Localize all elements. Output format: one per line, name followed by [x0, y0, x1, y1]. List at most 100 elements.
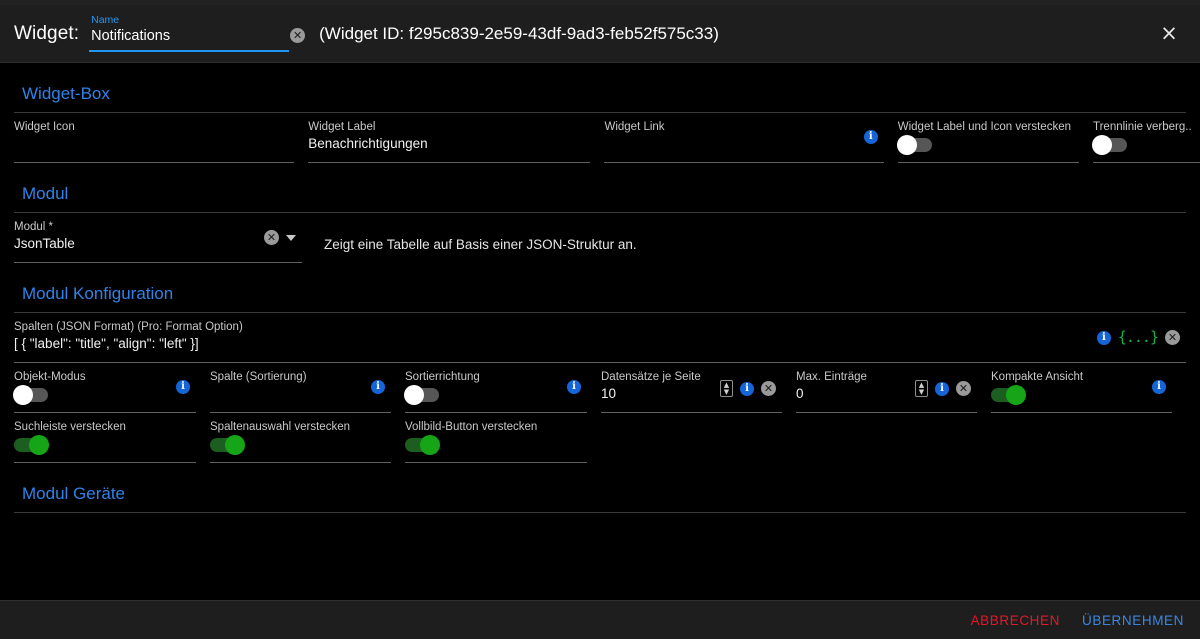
field-spalte-sortierung-label: Spalte (Sortierung): [210, 371, 307, 383]
field-vollbild-button-verstecken-label: Vollbild-Button verstecken: [405, 421, 538, 433]
clear-name-icon[interactable]: ✕: [290, 27, 306, 43]
field-kompakte-ansicht-label: Kompakte Ansicht: [991, 371, 1084, 383]
toggle-knob: [1006, 385, 1026, 405]
field-hide-label-icon[interactable]: Widget Label und Icon verstecken: [896, 113, 1079, 163]
field-modul[interactable]: Modul * JsonTable ✕: [14, 213, 302, 263]
name-field-label: Name: [91, 13, 120, 26]
dialog-body: Widget-Box Widget Icon Widget Label Bena…: [0, 63, 1200, 600]
widget-edit-dialog: Widget: Name Notifications ✕ (Widget ID:…: [0, 5, 1200, 639]
toggle-spaltenauswahl-verstecken[interactable]: [210, 435, 245, 455]
field-modul-value[interactable]: JsonTable: [14, 235, 294, 253]
info-icon[interactable]: i: [1096, 330, 1111, 345]
field-spaltenauswahl-verstecken-label: Spaltenauswahl verstecken: [210, 421, 350, 433]
config-row-2: Objekt-Modus i Spalte (Sortierung) i Sor…: [0, 363, 1200, 413]
field-sortierrichtung-label: Sortierrichtung: [405, 371, 480, 383]
toggle-knob: [225, 435, 245, 455]
toggle-knob: [13, 385, 33, 405]
toggle-objekt-modus[interactable]: [13, 385, 48, 405]
field-objekt-modus[interactable]: Objekt-Modus i: [13, 363, 196, 413]
quantity-stepper[interactable]: ▲ ▼: [720, 380, 733, 397]
section-title-widget-box: Widget-Box: [22, 84, 110, 103]
field-objekt-modus-label: Objekt-Modus: [14, 371, 86, 383]
info-icon[interactable]: i: [863, 130, 878, 144]
toggle-vollbild-button-verstecken[interactable]: [405, 435, 440, 455]
field-suchleiste-verstecken-label: Suchleiste verstecken: [14, 421, 126, 433]
field-columns-json[interactable]: Spalten (JSON Format) (Pro: Format Optio…: [14, 313, 1186, 363]
field-widget-icon[interactable]: Widget Icon: [14, 113, 295, 163]
page-title: Widget:: [14, 22, 80, 44]
field-modul-trailing: ✕: [264, 230, 296, 245]
field-widget-label-value[interactable]: Benachrichtigungen: [308, 135, 582, 153]
clear-modul-icon[interactable]: ✕: [264, 230, 279, 245]
chevron-down-icon[interactable]: [286, 234, 296, 241]
name-field-underline: [89, 49, 290, 52]
apply-button[interactable]: ÜBERNEHMEN: [1082, 613, 1184, 628]
quantity-stepper[interactable]: ▲ ▼: [915, 380, 928, 397]
field-widget-icon-label: Widget Icon: [14, 121, 75, 133]
field-spaltenauswahl-verstecken[interactable]: Spaltenauswahl verstecken: [210, 413, 391, 463]
field-sortierrichtung[interactable]: Sortierrichtung i: [404, 363, 587, 413]
toggle-kompakte-ansicht[interactable]: [991, 385, 1026, 405]
field-hide-label-icon-label: Widget Label und Icon verstecken: [897, 121, 1071, 133]
info-icon[interactable]: i: [740, 381, 754, 396]
info-icon[interactable]: i: [567, 380, 581, 394]
toggle-suchleiste-verstecken[interactable]: [14, 435, 49, 455]
field-max-eintraege[interactable]: Max. Einträge 0 ▲ ▼ i ✕: [796, 363, 977, 413]
field-columns-json-trailing: i {...} ✕: [1096, 330, 1180, 345]
field-objekt-modus-trailing: i: [176, 380, 190, 394]
toggle-knob: [420, 435, 440, 455]
section-title-modul-konfiguration: Modul Konfiguration: [22, 284, 174, 303]
toggle-hide-divider[interactable]: [1092, 135, 1127, 155]
field-hide-divider[interactable]: Trennlinie verberg...: [1092, 113, 1200, 163]
field-columns-json-label: Spalten (JSON Format) (Pro: Format Optio…: [14, 321, 243, 333]
section-title-modul-geraete: Modul Geräte: [22, 484, 125, 503]
toggle-knob: [896, 135, 917, 155]
field-widget-link-label: Widget Link: [604, 121, 665, 133]
field-widget-link[interactable]: Widget Link i: [604, 113, 884, 163]
field-widget-link-trailing: i: [863, 130, 878, 144]
field-spalte-sortierung-trailing: i: [371, 380, 385, 394]
dialog-header: Widget: Name Notifications ✕ (Widget ID:…: [0, 5, 1200, 63]
modul-description: Zeigt eine Tabelle auf Basis einer JSON-…: [324, 237, 637, 252]
modul-row: Modul * JsonTable ✕ Zeigt eine Tabelle a…: [0, 213, 1200, 263]
field-kompakte-ansicht-trailing: i: [1152, 380, 1166, 394]
field-datensaetze-je-seite[interactable]: Datensätze je Seite 10 ▲ ▼ i ✕: [601, 363, 782, 413]
name-input[interactable]: Notifications: [91, 27, 170, 45]
toggle-knob: [29, 435, 49, 455]
field-widget-label[interactable]: Widget Label Benachrichtigungen: [308, 113, 591, 163]
info-icon[interactable]: i: [935, 381, 949, 396]
field-max-eintraege-trailing: ▲ ▼ i ✕: [915, 380, 971, 397]
app-root: Widget: Name Notifications ✕ (Widget ID:…: [0, 0, 1200, 639]
field-kompakte-ansicht[interactable]: Kompakte Ansicht i: [991, 363, 1172, 413]
field-spalte-sortierung[interactable]: Spalte (Sortierung) i: [210, 363, 391, 413]
cancel-button[interactable]: ABBRECHEN: [971, 613, 1060, 628]
field-vollbild-button-verstecken[interactable]: Vollbild-Button verstecken: [405, 413, 587, 463]
field-columns-json-value[interactable]: [ { "label": "title", "align": "left" }]: [14, 335, 1178, 353]
clear-columns-json-icon[interactable]: ✕: [1165, 330, 1180, 345]
field-datensaetze-trailing: ▲ ▼ i ✕: [720, 380, 776, 397]
info-icon[interactable]: i: [176, 380, 190, 394]
toggle-hide-label-icon[interactable]: [896, 135, 932, 155]
info-icon[interactable]: i: [371, 380, 385, 394]
field-widget-label-label: Widget Label: [308, 121, 376, 133]
widget-box-row: Widget Icon Widget Label Benachrichtigun…: [0, 113, 1200, 163]
config-row-3: Suchleiste verstecken Spaltenauswahl ver…: [0, 413, 1200, 463]
info-icon[interactable]: i: [1152, 380, 1166, 394]
toggle-knob: [1092, 135, 1112, 155]
toggle-sortierrichtung[interactable]: [404, 385, 439, 405]
field-hide-divider-label: Trennlinie verberg...: [1093, 121, 1192, 133]
dialog-footer: ABBRECHEN ÜBERNEHMEN: [0, 600, 1200, 639]
clear-max-eintraege-icon[interactable]: ✕: [956, 381, 971, 396]
clear-datensaetze-icon[interactable]: ✕: [761, 381, 776, 396]
close-icon[interactable]: ×: [1154, 19, 1184, 49]
json-format-icon[interactable]: {...}: [1118, 330, 1159, 345]
toggle-knob: [404, 385, 424, 405]
widget-id-text: (Widget ID: f295c839-2e59-43df-9ad3-feb5…: [319, 23, 719, 43]
section-divider-modul-geraete: [14, 512, 1186, 513]
field-modul-label: Modul *: [14, 221, 53, 233]
name-field[interactable]: Name Notifications ✕: [89, 13, 306, 54]
field-sortierrichtung-trailing: i: [567, 380, 581, 394]
columns-json-row: Spalten (JSON Format) (Pro: Format Optio…: [0, 313, 1200, 363]
field-suchleiste-verstecken[interactable]: Suchleiste verstecken: [14, 413, 196, 463]
section-title-modul: Modul: [22, 184, 69, 203]
